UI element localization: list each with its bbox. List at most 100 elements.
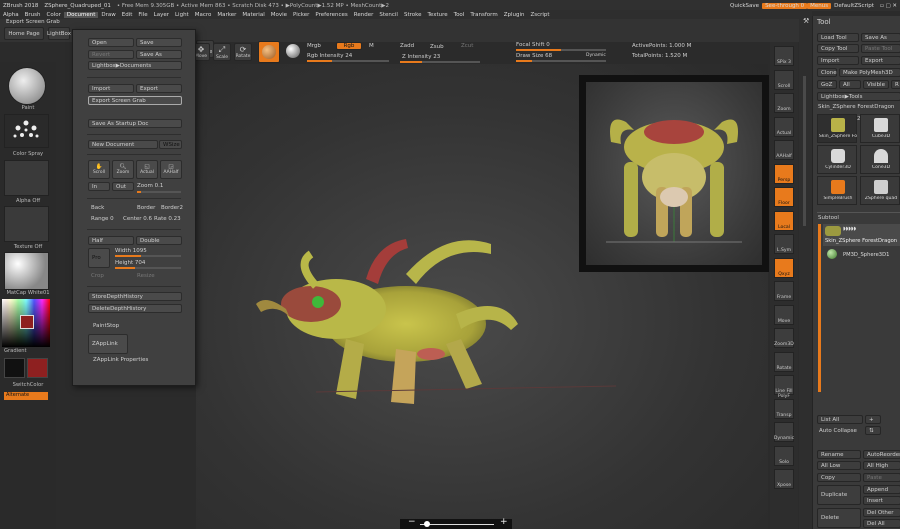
copy-tool-button[interactable]: Copy Tool xyxy=(817,44,859,53)
wsize-button[interactable]: WSize xyxy=(159,140,182,149)
zoom-out-button[interactable]: Out xyxy=(112,182,134,191)
clone-button[interactable]: Clone xyxy=(817,68,837,77)
auto-reorder-button[interactable]: AutoReorder xyxy=(863,450,900,459)
append-button[interactable]: Append xyxy=(863,485,900,494)
menus-button[interactable]: Menus xyxy=(807,2,832,9)
subtool-scrollbar[interactable] xyxy=(818,224,821,392)
revert-button[interactable]: Revert xyxy=(88,50,134,59)
menu-file[interactable]: File xyxy=(135,12,150,18)
focal-shift-slider[interactable]: Focal Shift 0 xyxy=(516,42,550,48)
menu-transform[interactable]: Transform xyxy=(467,12,500,18)
tool-thumb[interactable]: SimpleBrush xyxy=(817,176,857,205)
copy-subtool-button[interactable]: Copy xyxy=(817,473,861,482)
paste-subtool-button[interactable]: Paste xyxy=(863,473,900,482)
focal-shift-track[interactable] xyxy=(516,49,606,51)
tool-thumb[interactable]: ZSphere quad xyxy=(860,176,900,205)
quicksave-button[interactable]: QuickSave xyxy=(727,3,762,9)
menu-edit[interactable]: Edit xyxy=(119,12,136,18)
export-button[interactable]: Export xyxy=(136,84,182,93)
material-sphere-button[interactable] xyxy=(258,41,280,63)
draw-size-track[interactable] xyxy=(516,60,606,62)
color-spray-stroke-icon[interactable] xyxy=(4,114,49,148)
insert-button[interactable]: Insert xyxy=(863,496,900,505)
zadd-button[interactable]: Zadd xyxy=(400,43,414,49)
zoom-minus-icon[interactable]: − xyxy=(408,517,416,527)
color-sphere-icon[interactable] xyxy=(286,44,300,58)
reference-view[interactable] xyxy=(586,82,762,265)
menu-zscript[interactable]: Zscript xyxy=(527,12,552,18)
width-slider[interactable]: Width 1095 xyxy=(115,248,147,254)
center-slider[interactable]: Center 0.6 xyxy=(123,216,152,222)
all-low-button[interactable]: All Low xyxy=(817,461,861,470)
tool-export-button[interactable]: Export xyxy=(861,56,900,65)
see-through-slider[interactable]: See-through 0 xyxy=(762,2,808,9)
subtool-visibility-icons[interactable]: ◗◗◗◗◗ xyxy=(843,226,856,232)
tool-thumb[interactable]: Cube3D xyxy=(860,114,900,143)
zoom-button[interactable]: 🔍︎ Zoom xyxy=(112,160,134,179)
scale-button[interactable]: ⤢ Scale xyxy=(213,43,231,61)
resize-button[interactable]: Resize xyxy=(137,273,155,279)
subtool-header[interactable]: Subtool xyxy=(818,215,839,221)
draw-size-slider[interactable]: Draw Size 68 xyxy=(516,53,552,59)
mrgb-button[interactable]: Mrgb xyxy=(307,43,321,49)
r-button[interactable]: R xyxy=(891,80,900,89)
zapplink-properties-label[interactable]: ZAppLink Properties xyxy=(93,357,148,363)
menu-texture[interactable]: Texture xyxy=(425,12,451,18)
double-button[interactable]: Double xyxy=(136,236,182,245)
menu-render[interactable]: Render xyxy=(351,12,377,18)
tool-thumb[interactable]: Cylinder3D xyxy=(817,145,857,174)
tool-palette-icon[interactable]: ⚒ xyxy=(803,17,809,25)
goz-all-button[interactable]: All xyxy=(839,80,861,89)
menu-tool[interactable]: Tool xyxy=(451,12,468,18)
width-slider-track[interactable] xyxy=(115,255,181,257)
alpha-slot[interactable] xyxy=(4,160,49,196)
bottom-zoom-bar[interactable]: − + xyxy=(400,517,512,529)
del-other-button[interactable]: Del Other xyxy=(863,508,900,517)
menu-preferences[interactable]: Preferences xyxy=(312,12,350,18)
auto-collapse-button[interactable]: Auto Collapse xyxy=(819,428,857,434)
tool-save-as-button[interactable]: Save As xyxy=(861,33,900,42)
zoom-value-slider[interactable]: Zoom 0.1 xyxy=(137,183,163,189)
duplicate-button[interactable]: Duplicate xyxy=(817,485,861,505)
zoom-in-button[interactable]: In xyxy=(88,182,110,191)
border-button[interactable]: Border xyxy=(137,205,155,211)
all-high-button[interactable]: All High xyxy=(863,461,900,470)
zoom-handle[interactable] xyxy=(424,521,430,527)
color-picker[interactable] xyxy=(2,299,50,347)
dynamic-button[interactable]: Dynamic xyxy=(586,53,606,58)
border2-button[interactable]: Border2 xyxy=(161,205,183,211)
aahalf-button[interactable]: ◲ AAHalf xyxy=(160,160,182,179)
actual-button[interactable]: ◱ Actual xyxy=(136,160,158,179)
store-depth-history-button[interactable]: StoreDepthHistory xyxy=(88,292,182,301)
subtool-item[interactable]: PM3D_Sphere3D1 xyxy=(823,248,900,262)
zapplink-button[interactable]: ZAppLink xyxy=(88,334,128,354)
secondary-color-swatch[interactable] xyxy=(27,358,48,378)
height-slider[interactable]: Height 704 xyxy=(115,260,145,266)
lightbox-documents-button[interactable]: Lightbox▶Documents xyxy=(88,61,182,70)
back-color-button[interactable]: Back xyxy=(91,205,104,211)
matcap-white-icon[interactable] xyxy=(4,252,49,290)
menu-stencil[interactable]: Stencil xyxy=(376,12,401,18)
half-button[interactable]: Half xyxy=(88,236,134,245)
lightbox-tools-button[interactable]: Lightbox▶Tools xyxy=(817,92,900,101)
rename-button[interactable]: Rename xyxy=(817,450,861,459)
save-as-button[interactable]: Save As xyxy=(136,50,182,59)
menu-movie[interactable]: Movie xyxy=(268,12,290,18)
subtool-item-active[interactable]: ◗◗◗◗◗ Skin_ZSphere ForestDragon xyxy=(823,224,900,246)
save-startup-doc-button[interactable]: Save As Startup Doc xyxy=(88,119,182,128)
menu-zplugin[interactable]: Zplugin xyxy=(501,12,528,18)
z-intensity-slider[interactable]: Z Intensity 23 xyxy=(402,54,440,60)
import-button[interactable]: Import xyxy=(88,84,134,93)
menu-layer[interactable]: Layer xyxy=(151,12,172,18)
pro-button[interactable]: Pro xyxy=(88,248,110,268)
rate-slider[interactable]: Rate 0.23 xyxy=(154,216,181,222)
zoom-track[interactable] xyxy=(420,524,494,525)
switchcolor-button[interactable]: SwitchColor xyxy=(2,382,54,388)
main-color-swatch[interactable] xyxy=(4,358,25,378)
tool-panel-scrollbar[interactable] xyxy=(803,76,806,226)
texture-slot[interactable] xyxy=(4,206,49,242)
zsub-button[interactable]: Zsub xyxy=(430,44,444,50)
rotate-button[interactable]: ⟳ Rotate xyxy=(234,43,252,61)
rgb-intensity-slider[interactable]: Rgb Intensity 24 xyxy=(307,53,352,59)
tool-thumb[interactable]: Cone3D xyxy=(860,145,900,174)
